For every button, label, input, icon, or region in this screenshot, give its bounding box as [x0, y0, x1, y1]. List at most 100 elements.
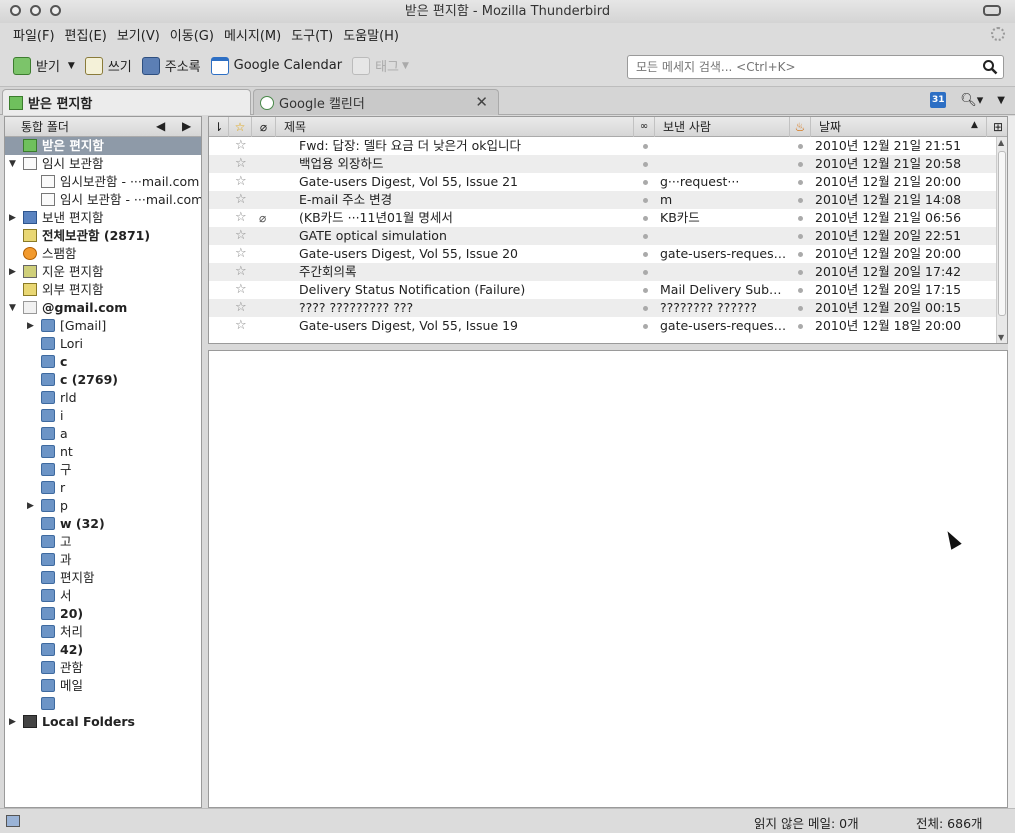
- folder-item[interactable]: 구: [5, 461, 201, 479]
- junk-status-icon[interactable]: [798, 288, 803, 293]
- read-status-icon[interactable]: [643, 198, 648, 203]
- star-icon[interactable]: ☆: [235, 137, 247, 155]
- junk-status-icon[interactable]: [798, 216, 803, 221]
- table-row[interactable]: ☆ Fwd: 답장: 델타 요금 더 낮은거 ok입니다 2010년 12월 21일…: [209, 137, 1007, 155]
- folder-item[interactable]: w (32): [5, 515, 201, 533]
- quick-filter-search-icon[interactable]: 🔍︎▾: [960, 93, 983, 108]
- folder-item[interactable]: [5, 695, 201, 713]
- search-input[interactable]: [628, 56, 968, 78]
- chevron-right-icon[interactable]: ▶: [27, 497, 34, 515]
- folder-item[interactable]: 편지함: [5, 569, 201, 587]
- read-status-icon[interactable]: [643, 144, 648, 149]
- folder-item[interactable]: ▼ 임시 보관함: [5, 155, 201, 173]
- folder-item[interactable]: 20): [5, 605, 201, 623]
- table-row[interactable]: ☆ ???? ????????? ??? ???????? ?????? 2010년 …: [209, 299, 1007, 317]
- starred-column-icon[interactable]: ☆: [229, 117, 252, 137]
- star-icon[interactable]: ☆: [235, 263, 247, 281]
- star-icon[interactable]: ☆: [235, 281, 247, 299]
- write-button[interactable]: 쓰기: [80, 51, 137, 81]
- junk-status-icon[interactable]: [798, 198, 803, 203]
- folder-item[interactable]: r: [5, 479, 201, 497]
- menu-help[interactable]: 도움말(H): [338, 25, 404, 44]
- column-date[interactable]: 날짜: [811, 117, 987, 137]
- chevron-right-icon[interactable]: ▶: [9, 713, 16, 731]
- menu-file[interactable]: 파일(F): [8, 25, 60, 44]
- folder-item[interactable]: 관함: [5, 659, 201, 677]
- junk-status-icon[interactable]: [798, 324, 803, 329]
- column-sender[interactable]: 보낸 사람: [655, 117, 790, 137]
- junk-column-icon[interactable]: ♨: [790, 117, 811, 137]
- star-icon[interactable]: ☆: [235, 227, 247, 245]
- folder-item[interactable]: ▶ Local Folders: [5, 713, 201, 731]
- read-status-icon[interactable]: [643, 180, 648, 185]
- close-window-button[interactable]: [10, 5, 21, 16]
- close-icon[interactable]: ✕: [475, 93, 488, 111]
- unread-column-icon[interactable]: ∞: [634, 117, 655, 137]
- menu-view[interactable]: 보기(V): [112, 25, 165, 44]
- folder-item[interactable]: Lori: [5, 335, 201, 353]
- google-calendar-button[interactable]: Google Calendar: [206, 51, 347, 81]
- table-row[interactable]: ☆ Gate-users Digest, Vol 55, Issue 20 gate…: [209, 245, 1007, 263]
- junk-status-icon[interactable]: [798, 270, 803, 275]
- address-book-button[interactable]: 주소록: [137, 51, 206, 81]
- read-status-icon[interactable]: [643, 324, 648, 329]
- tag-dropdown-icon[interactable]: ▼: [402, 61, 409, 71]
- folder-item[interactable]: 과: [5, 551, 201, 569]
- folder-item[interactable]: ▼ @gmail.com: [5, 299, 201, 317]
- read-status-icon[interactable]: [643, 288, 648, 293]
- chevron-down-icon[interactable]: ▼: [9, 155, 16, 173]
- junk-status-icon[interactable]: [798, 144, 803, 149]
- folder-item[interactable]: 메일: [5, 677, 201, 695]
- folder-item[interactable]: nt: [5, 443, 201, 461]
- read-status-icon[interactable]: [643, 216, 648, 221]
- star-icon[interactable]: ☆: [235, 209, 247, 227]
- folder-item[interactable]: ▶ 지운 편지함: [5, 263, 201, 281]
- folder-mode-label[interactable]: 통합 폴더: [21, 118, 69, 135]
- table-row[interactable]: ☆ 주간회의록 2010년 12월 20일 17:42: [209, 263, 1007, 281]
- table-row[interactable]: ☆ Delivery Status Notification (Failure) M…: [209, 281, 1007, 299]
- folder-mode-prev-icon[interactable]: ◀: [156, 119, 165, 133]
- read-status-icon[interactable]: [643, 234, 648, 239]
- table-row[interactable]: ☆ E-mail 주소 변경 m 2010년 12월 21일 14:08: [209, 191, 1007, 209]
- folder-item[interactable]: 스팸함: [5, 245, 201, 263]
- thread-column-icon[interactable]: ⇂: [209, 117, 229, 137]
- chevron-right-icon[interactable]: ▶: [9, 209, 16, 227]
- menu-go[interactable]: 이동(G): [165, 25, 219, 44]
- junk-status-icon[interactable]: [798, 162, 803, 167]
- star-icon[interactable]: ☆: [235, 317, 247, 335]
- tab-google-calendar[interactable]: Google 캘린더 ✕: [253, 89, 499, 115]
- folder-item[interactable]: i: [5, 407, 201, 425]
- folder-item[interactable]: ▶ 보낸 편지함: [5, 209, 201, 227]
- folder-item[interactable]: rld: [5, 389, 201, 407]
- table-row[interactable]: ☆ ⌀ (KB카드 ···11년01월 명세서 KB카드 2010년 12월 21일 0…: [209, 209, 1007, 227]
- offline-status-icon[interactable]: [6, 815, 20, 827]
- folder-item[interactable]: 임시 보관함 - ···mail.com: [5, 191, 201, 209]
- folder-item[interactable]: 전체보관함 (2871): [5, 227, 201, 245]
- get-mail-dropdown-icon[interactable]: ▼: [68, 61, 75, 71]
- junk-status-icon[interactable]: [798, 252, 803, 257]
- junk-status-icon[interactable]: [798, 234, 803, 239]
- read-status-icon[interactable]: [643, 252, 648, 257]
- table-row[interactable]: ☆ 백업용 외장하드 2010년 12월 21일 20:58: [209, 155, 1007, 173]
- folder-item[interactable]: ▶ p: [5, 497, 201, 515]
- star-icon[interactable]: ☆: [235, 191, 247, 209]
- read-status-icon[interactable]: [643, 270, 648, 275]
- thread-scrollbar[interactable]: ▲ ▼: [996, 137, 1007, 343]
- folder-item[interactable]: c: [5, 353, 201, 371]
- column-subject[interactable]: 제목: [276, 117, 634, 137]
- minimize-window-button[interactable]: [30, 5, 41, 16]
- table-row[interactable]: ☆ GATE optical simulation 2010년 12월 20일 22…: [209, 227, 1007, 245]
- tag-button[interactable]: 태그 ▼: [347, 51, 414, 81]
- chevron-down-icon[interactable]: ▼: [9, 299, 16, 317]
- search-icon[interactable]: [982, 59, 998, 75]
- scroll-thumb[interactable]: [998, 151, 1006, 316]
- table-row[interactable]: ☆ Gate-users Digest, Vol 55, Issue 19 gate…: [209, 317, 1007, 335]
- folder-item[interactable]: 처리: [5, 623, 201, 641]
- menu-edit[interactable]: 편집(E): [60, 25, 112, 44]
- get-mail-button[interactable]: 받기 ▼: [8, 51, 80, 81]
- star-icon[interactable]: ☆: [235, 155, 247, 173]
- star-icon[interactable]: ☆: [235, 245, 247, 263]
- folder-item[interactable]: ▶ [Gmail]: [5, 317, 201, 335]
- today-pane-calendar-icon[interactable]: 31: [930, 92, 947, 108]
- star-icon[interactable]: ☆: [235, 173, 247, 191]
